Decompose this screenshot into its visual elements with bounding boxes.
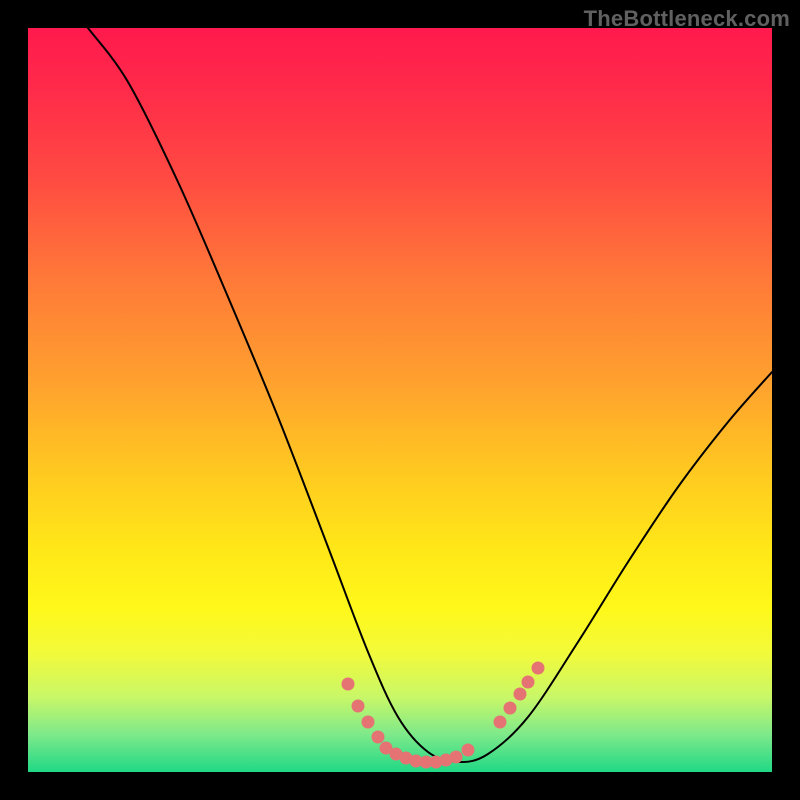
data-marker bbox=[504, 702, 517, 715]
data-marker bbox=[494, 716, 507, 729]
bottleneck-curve bbox=[88, 28, 772, 762]
data-marker bbox=[362, 716, 375, 729]
data-marker bbox=[522, 676, 535, 689]
data-marker bbox=[372, 731, 385, 744]
chart-svg bbox=[28, 28, 772, 772]
chart-frame bbox=[28, 28, 772, 772]
data-markers-group bbox=[342, 662, 545, 769]
data-marker bbox=[450, 751, 463, 764]
data-marker bbox=[352, 700, 365, 713]
data-marker bbox=[342, 678, 355, 691]
data-marker bbox=[462, 744, 475, 757]
data-marker bbox=[532, 662, 545, 675]
data-marker bbox=[514, 688, 527, 701]
